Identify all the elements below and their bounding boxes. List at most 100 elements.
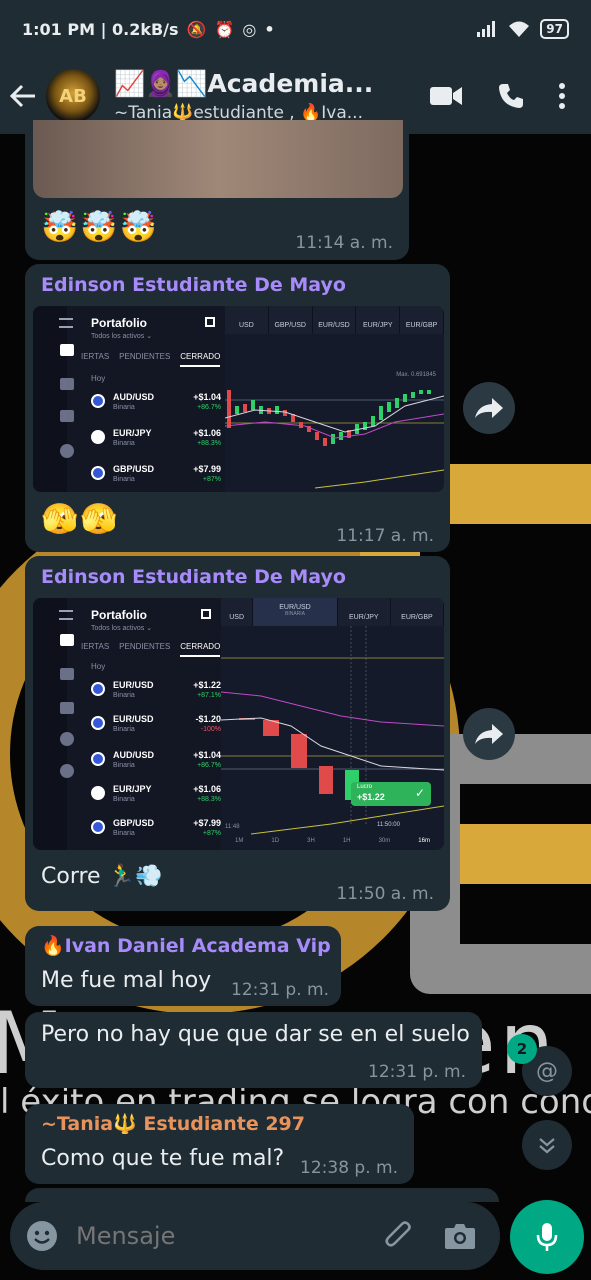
axis-tick: 3H xyxy=(307,838,315,844)
trade-pair: GBP/USD xyxy=(113,818,155,828)
message-bubble[interactable]: Pero no hay que que dar se en el suelo 1… xyxy=(25,1012,482,1088)
voice-call-icon[interactable] xyxy=(497,82,525,110)
avatar-text: AB xyxy=(59,85,87,107)
time-mark: 11:48 xyxy=(225,824,240,830)
message-bubble-partial xyxy=(25,1188,499,1202)
attach-icon[interactable] xyxy=(384,1220,414,1252)
axis-tick: 1D xyxy=(271,838,280,844)
message-image[interactable] xyxy=(33,120,403,198)
message-time: 12:31 p. m. xyxy=(231,980,329,1000)
message-sender: Edinson Estudiante De Mayo xyxy=(41,566,346,588)
battery-icon: 97 xyxy=(540,19,569,39)
expand-icon xyxy=(201,609,211,619)
emoji-icon[interactable] xyxy=(26,1220,58,1252)
trade-kind: Binaria xyxy=(113,404,135,411)
flag-icon xyxy=(91,394,105,408)
forward-button[interactable] xyxy=(463,708,515,760)
menu-icon xyxy=(59,610,73,620)
message-time: 11:14 a. m. xyxy=(295,233,393,253)
flag-icon xyxy=(91,752,105,766)
message-bubble[interactable]: Edinson Estudiante De Mayo Portafolio To… xyxy=(25,556,450,911)
forward-icon xyxy=(475,398,503,418)
instagram-icon: ◎ xyxy=(242,19,257,39)
portfolio-title: Portafolio xyxy=(91,608,147,622)
chart-tab-active: EUR/USD BINARIA xyxy=(253,598,338,626)
message-bubble[interactable]: 🤯🤯🤯 11:14 a. m. xyxy=(25,120,409,260)
app-side-nav xyxy=(33,306,74,492)
group-title: 📈🧕🏽📉Academia... xyxy=(114,69,374,98)
message-bubble[interactable]: 🔥Ivan Daniel Academa Vip Me fue mal hoy … xyxy=(25,926,341,1006)
message-input[interactable] xyxy=(76,1222,356,1250)
trade-kind: Binaria xyxy=(113,692,135,699)
trade-pct: +86.7% xyxy=(197,762,221,769)
trade-row: EUR/JPY Binaria +$1.06 +88.3% xyxy=(91,782,221,812)
forward-icon xyxy=(475,724,503,744)
trade-pct: +88.3% xyxy=(197,796,221,803)
forward-button[interactable] xyxy=(463,382,515,434)
voice-message-button[interactable] xyxy=(510,1200,584,1274)
status-bar: 1:01 PM | 0.2kB/s 🔕 ⏰ ◎ • 97 xyxy=(0,0,591,58)
more-options-icon[interactable] xyxy=(559,83,565,109)
trade-pair: EUR/JPY xyxy=(113,784,152,794)
megaphone-icon xyxy=(60,410,74,422)
flag-icon xyxy=(91,466,105,480)
message-bubble[interactable]: ~Tania🔱 Estudiante 297 Como que te fue m… xyxy=(25,1104,414,1184)
trade-pair: EUR/USD xyxy=(113,714,154,724)
trade-amount: +$1.06 xyxy=(193,784,221,794)
message-emoji: 🤯🤯🤯 xyxy=(41,210,160,245)
trade-amount: -$1.20 xyxy=(195,714,221,724)
scroll-to-bottom-button[interactable] xyxy=(522,1120,572,1170)
profit-label: Lucro xyxy=(357,784,373,790)
trade-row: EUR/USD Binaria +$1.22 +87.1% xyxy=(91,678,221,708)
trade-row: EUR/JPY Binaria +$1.06 +88.3% xyxy=(91,426,221,456)
trade-kind: Binaria xyxy=(113,476,135,483)
trade-pct: +87% xyxy=(202,476,221,483)
camera-icon[interactable] xyxy=(444,1222,476,1250)
signal-icon xyxy=(477,21,496,37)
trade-row: GBP/USD Binaria +$7.99 +87% xyxy=(91,462,221,492)
trade-kind: Binaria xyxy=(113,440,135,447)
flag-icon xyxy=(91,682,105,696)
axis-tick: 1M xyxy=(235,838,244,844)
trade-pair: AUD/USD xyxy=(113,750,155,760)
video-call-icon[interactable] xyxy=(429,84,463,108)
trade-row: GBP/USD Binaria +$7.99 +87% xyxy=(91,816,221,846)
message-sender: 🔥Ivan Daniel Academa Vip xyxy=(41,935,331,957)
portfolio-subtitle: Todos los activos ⌄ xyxy=(91,333,153,340)
trade-kind: Binaria xyxy=(113,796,135,803)
chart-bottom-axis: 1M 1D 3H 1H 30m 16m xyxy=(221,838,444,848)
status-time: 1:01 PM | 0.2kB/s xyxy=(22,19,179,39)
message-text: Me fue mal hoy xyxy=(41,968,212,993)
portfolio-icon xyxy=(60,344,74,356)
tab-open: IERTAS xyxy=(81,352,110,361)
tab-closed: CERRADO xyxy=(180,642,221,657)
mention-icon: @ xyxy=(536,1058,558,1084)
group-avatar[interactable]: AB xyxy=(46,69,100,123)
tab-pending: PENDIENTES xyxy=(119,352,171,361)
trade-pct: +87% xyxy=(202,830,221,837)
megaphone-icon xyxy=(60,702,74,714)
message-bubble[interactable]: Edinson Estudiante De Mayo Portafolio To… xyxy=(25,264,450,552)
mute-icon: 🔕 xyxy=(186,19,207,39)
chart-tab-sub: BINARIA xyxy=(284,611,305,617)
trade-amount: +$1.04 xyxy=(193,392,221,402)
trade-pct: +88.3% xyxy=(197,440,221,447)
double-chevron-down-icon xyxy=(539,1138,555,1154)
chart-tab: GBP/USD xyxy=(269,306,313,334)
menu-icon xyxy=(59,318,73,328)
group-info[interactable]: 📈🧕🏽📉Academia... ~Tania🔱estudiante , 🔥Iva… xyxy=(114,69,384,123)
trade-amount: +$7.99 xyxy=(193,818,221,828)
message-image[interactable]: Portafolio Todos los activos ⌄ IERTAS PE… xyxy=(33,306,444,492)
profit-value: +$1.22 xyxy=(357,792,385,802)
chart-tab: EUR/JPY xyxy=(356,306,401,334)
chart-tab: USD xyxy=(225,306,269,334)
calendar-icon xyxy=(60,378,74,390)
flag-icon xyxy=(91,716,105,730)
trade-pair: EUR/JPY xyxy=(113,428,152,438)
time-mark: 11:50:00 xyxy=(377,822,400,828)
today-label: Hoy xyxy=(91,374,106,383)
message-image[interactable]: Portafolio Todos los activos ⌄ IERTAS PE… xyxy=(33,598,444,850)
today-label: Hoy xyxy=(91,662,106,671)
chart-tab: EUR/JPY xyxy=(338,598,391,626)
alarm-icon: ⏰ xyxy=(214,19,235,39)
